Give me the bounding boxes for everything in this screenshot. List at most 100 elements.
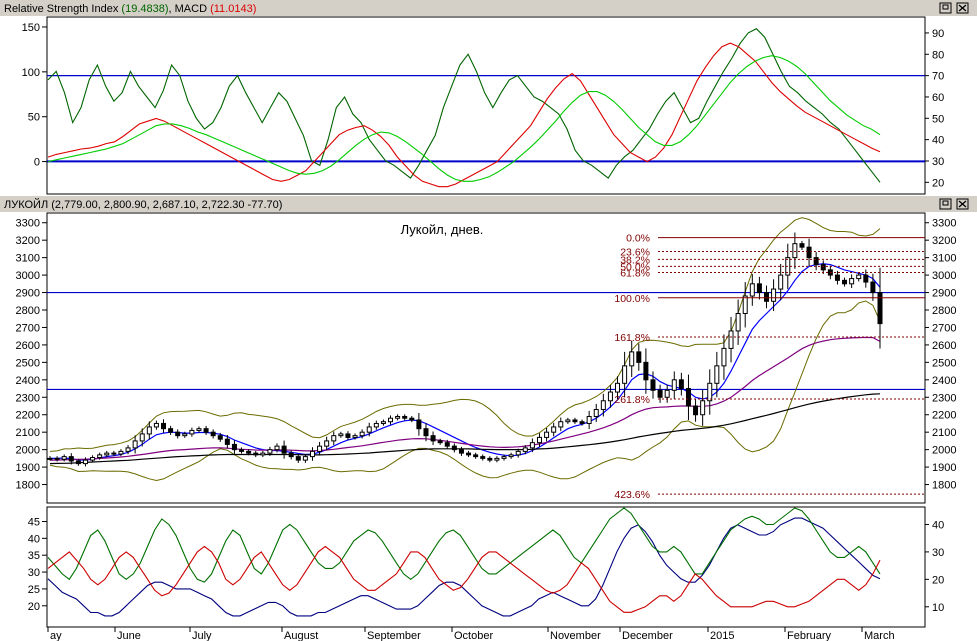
x-label-June: June [117, 630, 141, 641]
candle-body [458, 449, 464, 454]
candle-body [246, 450, 252, 454]
candle-body [735, 312, 741, 332]
candle-body [806, 246, 812, 259]
rsi-left-tick-150: 150 [22, 22, 40, 34]
candle-body [536, 436, 542, 444]
candle-body [522, 447, 528, 452]
adx-left-tick-45: 45 [28, 517, 40, 529]
x-label-September: September [367, 630, 421, 641]
candle-body [842, 279, 848, 285]
x-label-November: November [550, 630, 601, 641]
candle-body [189, 429, 195, 435]
candle-body [813, 257, 819, 266]
price-panel-close-icon[interactable] [956, 198, 969, 210]
candle-body [607, 391, 613, 402]
candle-body [629, 351, 635, 367]
price-right-tick-2100: 2100 [932, 427, 956, 439]
candle-body [331, 435, 337, 442]
candle-body [430, 435, 436, 442]
chart-canvas: Relative Strength Index (19.4838), MACD … [0, 0, 977, 641]
candle-body [395, 415, 401, 419]
price-right-tick-3100: 3100 [932, 253, 956, 265]
candle-body [558, 421, 564, 428]
x-label-December: December [622, 630, 673, 641]
candle-body [622, 365, 628, 384]
candle-body [359, 431, 365, 437]
candle-body [352, 435, 358, 438]
candle-body [175, 431, 181, 437]
adx-right-tick-40: 40 [932, 520, 944, 532]
rsi-panel-header-text: Relative Strength Index (19.4838), MACD … [4, 3, 256, 15]
candle-body [792, 243, 798, 259]
price-right-tick-1900: 1900 [932, 462, 956, 474]
candle-body [132, 440, 138, 449]
candle-body [146, 426, 152, 435]
x-label-ay: ay [50, 630, 62, 641]
price-left-tick-2700: 2700 [16, 323, 40, 335]
candle-body [487, 457, 493, 461]
candle-body [494, 457, 500, 461]
candle-body [82, 459, 88, 465]
candle-body [799, 243, 805, 248]
candle-body [61, 456, 67, 460]
price-left-tick-3200: 3200 [16, 235, 40, 247]
x-label-October: October [454, 630, 493, 641]
price-panel-restore-icon[interactable] [939, 198, 952, 210]
candle-body [104, 452, 110, 456]
x-label-August: August [284, 630, 318, 641]
candle-body [161, 422, 167, 430]
price-left-tick-2500: 2500 [16, 357, 40, 369]
candle-body [423, 428, 429, 437]
candle-body [565, 419, 571, 423]
candle-body [508, 454, 514, 458]
candle-body [239, 449, 245, 452]
candle-body [756, 283, 762, 294]
candle-body [97, 454, 103, 458]
candle-body [877, 292, 883, 325]
adx-left-tick-40: 40 [28, 533, 40, 545]
candle-body [529, 442, 535, 449]
candle-body [473, 454, 479, 458]
candle-body [501, 456, 507, 459]
rsi-panel-restore-icon[interactable] [939, 2, 952, 14]
price-left-tick-2200: 2200 [16, 410, 40, 422]
candle-body [153, 422, 159, 428]
candle-body [685, 388, 691, 407]
candle-body [168, 428, 174, 433]
candle-body [288, 452, 294, 458]
rsi-panel-close-icon[interactable] [956, 2, 969, 14]
fib-label-261.8%: 261.8% [614, 394, 650, 406]
price-right-tick-2300: 2300 [932, 392, 956, 404]
candle-body [693, 405, 699, 416]
price-left-tick-1800: 1800 [16, 480, 40, 492]
candle-body [615, 382, 621, 393]
candle-body [466, 452, 472, 456]
price-right-tick-2800: 2800 [932, 305, 956, 317]
rsi-right-tick-80: 80 [932, 49, 944, 61]
x-label-July: July [192, 630, 212, 641]
price-panel-header-text: ЛУКОЙЛ (2,779.00, 2,800.90, 2,687.10, 2,… [4, 198, 282, 211]
candle-body [231, 443, 237, 451]
candle-body [657, 389, 663, 398]
rsi-right-tick-20: 20 [932, 177, 944, 189]
rsi-right-tick-40: 40 [932, 135, 944, 147]
candle-body [416, 419, 422, 430]
adx-right-tick-30: 30 [932, 547, 944, 559]
candle-body [643, 361, 649, 381]
candle-body [863, 274, 869, 283]
candle-body [728, 330, 734, 349]
fib-label-0.0%: 0.0% [626, 233, 650, 245]
rsi-left-tick-0: 0 [34, 157, 40, 169]
candle-body [203, 428, 209, 433]
candle-body [763, 292, 769, 302]
candle-body [402, 415, 408, 419]
candle-body [856, 274, 862, 280]
candle-body [650, 379, 656, 391]
candle-body [437, 440, 443, 444]
price-left-tick-3000: 3000 [16, 270, 40, 282]
candle-body [345, 433, 351, 438]
candle-body [388, 417, 394, 423]
candle-body [742, 295, 748, 314]
price-left-tick-2400: 2400 [16, 375, 40, 387]
candle-body [118, 450, 124, 455]
